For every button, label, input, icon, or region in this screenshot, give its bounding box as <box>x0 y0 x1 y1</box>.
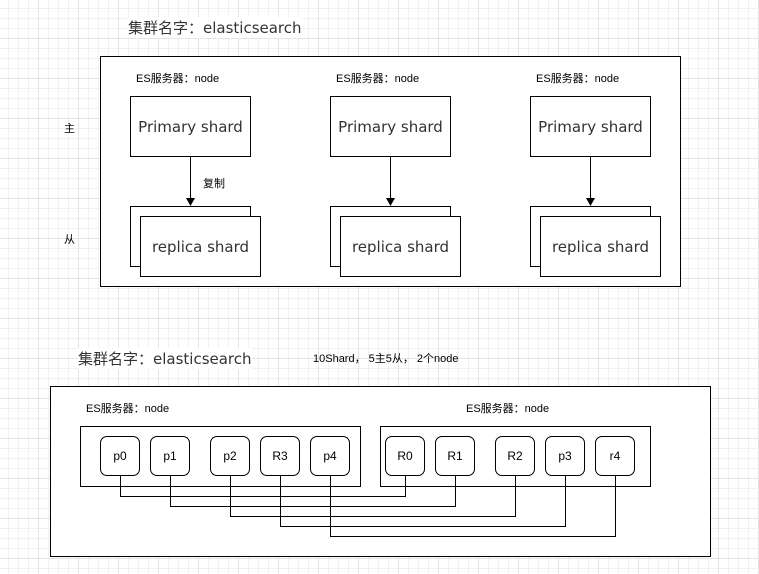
shard-r4[interactable]: r4 <box>595 436 635 476</box>
shard-label: r4 <box>609 449 621 463</box>
primary-shard-label: Primary shard <box>538 117 643 136</box>
shard-R1[interactable]: R1 <box>435 436 475 476</box>
shard-label: p2 <box>223 449 237 463</box>
primary-shard[interactable]: Primary shard <box>530 96 651 157</box>
primary-shard[interactable]: Primary shard <box>330 96 451 157</box>
node-label: ES服务器：node <box>86 403 170 415</box>
row-label-replica: 从 <box>64 233 75 246</box>
shard-R0[interactable]: R0 <box>385 436 425 476</box>
shard-R3[interactable]: R3 <box>260 436 300 476</box>
node-label: ES服务器：node <box>466 403 550 415</box>
shard-label: R1 <box>447 449 463 463</box>
primary-shard-label: Primary shard <box>138 117 243 136</box>
cluster-title-1: 集群名字：elasticsearch <box>128 17 302 38</box>
cluster-title-2: 集群名字：elasticsearch <box>78 348 252 369</box>
primary-shard-label: Primary shard <box>338 117 443 136</box>
shard-R2[interactable]: R2 <box>495 436 535 476</box>
shard-label: R3 <box>272 449 288 463</box>
shard-p3[interactable]: p3 <box>545 436 585 476</box>
shard-label: p0 <box>113 449 127 463</box>
shard-summary: 10Shard， 5主5从， 2个node <box>313 353 459 365</box>
replica-shard[interactable]: replica shard <box>340 216 461 277</box>
replica-shard-label: replica shard <box>151 237 250 256</box>
node-label: ES服务器：node <box>336 73 420 85</box>
shard-label: p4 <box>323 449 337 463</box>
shard-p2[interactable]: p2 <box>210 436 250 476</box>
replica-shard[interactable]: replica shard <box>540 216 661 277</box>
shard-label: p1 <box>163 449 177 463</box>
shard-p1[interactable]: p1 <box>150 436 190 476</box>
node-label: ES服务器：node <box>136 73 220 85</box>
replica-shard-label: replica shard <box>551 237 650 256</box>
replica-shard-label: replica shard <box>351 237 450 256</box>
shard-p0[interactable]: p0 <box>100 436 140 476</box>
node-label: ES服务器：node <box>536 73 620 85</box>
primary-shard[interactable]: Primary shard <box>130 96 251 157</box>
shard-label: p3 <box>558 449 572 463</box>
row-label-primary: 主 <box>64 122 75 135</box>
shard-label: R0 <box>397 449 413 463</box>
shard-p4[interactable]: p4 <box>310 436 350 476</box>
shard-label: R2 <box>507 449 523 463</box>
replica-shard[interactable]: replica shard <box>140 216 261 277</box>
copy-label: 复制 <box>203 177 225 190</box>
